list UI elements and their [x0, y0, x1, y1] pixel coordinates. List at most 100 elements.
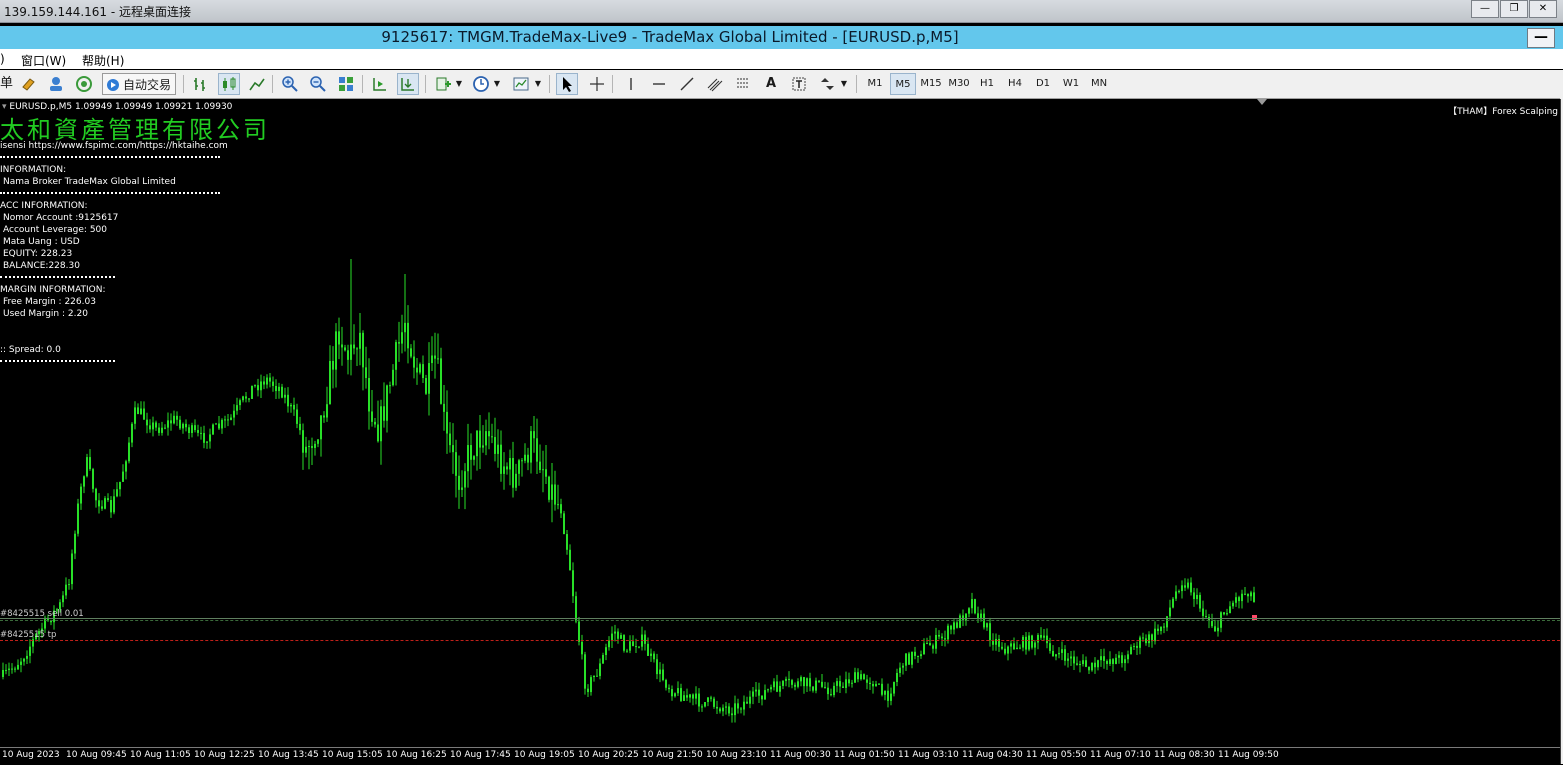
tile-windows-icon[interactable]	[335, 73, 357, 95]
cursor-icon[interactable]	[556, 73, 578, 95]
candle-body	[578, 621, 580, 642]
candle-body	[434, 355, 436, 359]
zoom-in-icon[interactable]	[279, 73, 301, 95]
arrows-icon[interactable]	[816, 73, 838, 95]
candle-body	[818, 680, 820, 682]
vertical-line-icon[interactable]	[620, 73, 642, 95]
timeframe-w1-button[interactable]: W1	[1058, 73, 1084, 95]
candle-body	[1193, 592, 1195, 600]
candle-body	[242, 396, 244, 401]
candle-body	[164, 427, 166, 429]
candle-body	[860, 674, 862, 680]
candle-body	[707, 697, 709, 703]
candle-body	[824, 686, 826, 688]
text-tool-icon[interactable]: A	[760, 73, 782, 95]
candle-body	[1070, 656, 1072, 659]
indicators-icon[interactable]	[432, 73, 454, 95]
timeframe-dropdown-chevron-icon[interactable]: ▼	[493, 73, 501, 95]
zoom-out-icon[interactable]	[307, 73, 329, 95]
timeframe-mn-button[interactable]: MN	[1086, 73, 1112, 95]
fibonacci-icon[interactable]	[732, 73, 754, 95]
candle-body	[848, 679, 850, 684]
auto-trading-label: 自动交易	[123, 78, 172, 92]
candle-body	[917, 655, 919, 657]
candle-body	[779, 685, 781, 692]
candle-body	[1157, 628, 1159, 631]
terminal-minimize-button[interactable]: —	[1527, 28, 1555, 48]
chart-window[interactable]: ▾ EURUSD.p,M5 1.09949 1.09949 1.09921 1.…	[0, 99, 1561, 764]
signal-icon[interactable]	[73, 73, 95, 95]
menu-item-help[interactable]: 帮助(H)	[82, 52, 124, 69]
candle-body	[629, 641, 631, 651]
timeframe-d1-button[interactable]: D1	[1030, 73, 1056, 95]
toolbar-separator	[612, 75, 613, 93]
templates-dropdown-chevron-icon[interactable]: ▼	[534, 73, 542, 95]
candle-body	[731, 713, 733, 716]
restore-button[interactable]: ❐	[1500, 0, 1528, 18]
candle-body	[530, 431, 532, 463]
auto-scroll-icon[interactable]	[397, 73, 419, 95]
candle-body	[1127, 654, 1129, 660]
candle-body	[128, 442, 130, 462]
candle-body	[719, 708, 721, 712]
candle-body	[419, 364, 421, 373]
equidistant-channel-icon[interactable]	[704, 73, 726, 95]
timeframe-m5-button[interactable]: M5	[890, 73, 916, 95]
candle-body	[836, 681, 838, 686]
candle-body	[1118, 655, 1120, 658]
crosshair-icon[interactable]	[586, 73, 608, 95]
toolbar-separator	[183, 75, 184, 93]
take-profit-line[interactable]	[0, 640, 1560, 641]
horizontal-line-icon[interactable]	[648, 73, 670, 95]
candle-body	[674, 693, 676, 697]
candle-body	[197, 430, 199, 433]
new-order-button[interactable]: 单	[0, 73, 13, 95]
candle-body	[341, 344, 343, 348]
candle-body	[1103, 656, 1105, 661]
candle-body	[14, 668, 16, 670]
timeframe-h4-button[interactable]: H4	[1002, 73, 1028, 95]
candlestick-icon[interactable]	[218, 73, 240, 95]
auto-trading-button[interactable]: 自动交易	[102, 73, 176, 95]
clock-icon[interactable]	[470, 73, 492, 95]
text-label-icon[interactable]	[788, 73, 810, 95]
timeframe-h1-button[interactable]: H1	[974, 73, 1000, 95]
candle-body	[116, 489, 118, 497]
line-chart-icon[interactable]	[246, 73, 268, 95]
order-open-price-line[interactable]	[0, 618, 1560, 619]
candle-body	[767, 689, 769, 691]
timeframe-m15-button[interactable]: M15	[918, 73, 944, 95]
candle-body	[290, 404, 292, 407]
candle-body	[467, 445, 469, 472]
candle-body	[776, 681, 778, 692]
timeframe-m30-button[interactable]: M30	[946, 73, 972, 95]
candle-body	[545, 469, 547, 477]
close-button[interactable]: ✕	[1529, 0, 1557, 18]
candle-body	[200, 432, 202, 434]
candle-body	[1079, 664, 1081, 666]
candle-body	[332, 360, 334, 370]
minimize-button[interactable]: —	[1471, 0, 1499, 18]
candle-body	[386, 385, 388, 421]
candle-body	[1214, 626, 1216, 632]
candle-body	[269, 377, 271, 382]
candle-body	[893, 682, 895, 694]
candle-body	[878, 683, 880, 685]
templates-icon[interactable]	[510, 73, 532, 95]
trendline-icon[interactable]	[676, 73, 698, 95]
candle-body	[812, 686, 814, 691]
menu-item-window[interactable]: 窗口(W)	[21, 52, 66, 69]
candle-body	[185, 423, 187, 428]
order-open-price-line-dashed[interactable]	[0, 620, 1560, 621]
menu-item-partial[interactable]: )	[0, 52, 5, 66]
timeframe-m1-button[interactable]: M1	[862, 73, 888, 95]
arrows-dropdown-chevron-icon[interactable]: ▼	[840, 73, 848, 95]
candle-body	[137, 407, 139, 414]
bar-chart-icon[interactable]	[190, 73, 212, 95]
indicators-dropdown-chevron-icon[interactable]: ▼	[455, 73, 463, 95]
user-icon[interactable]	[45, 73, 67, 95]
candle-body	[383, 406, 385, 421]
candle-body	[950, 625, 952, 630]
pencil-icon[interactable]	[18, 73, 40, 95]
chart-shift-icon[interactable]	[369, 73, 391, 95]
